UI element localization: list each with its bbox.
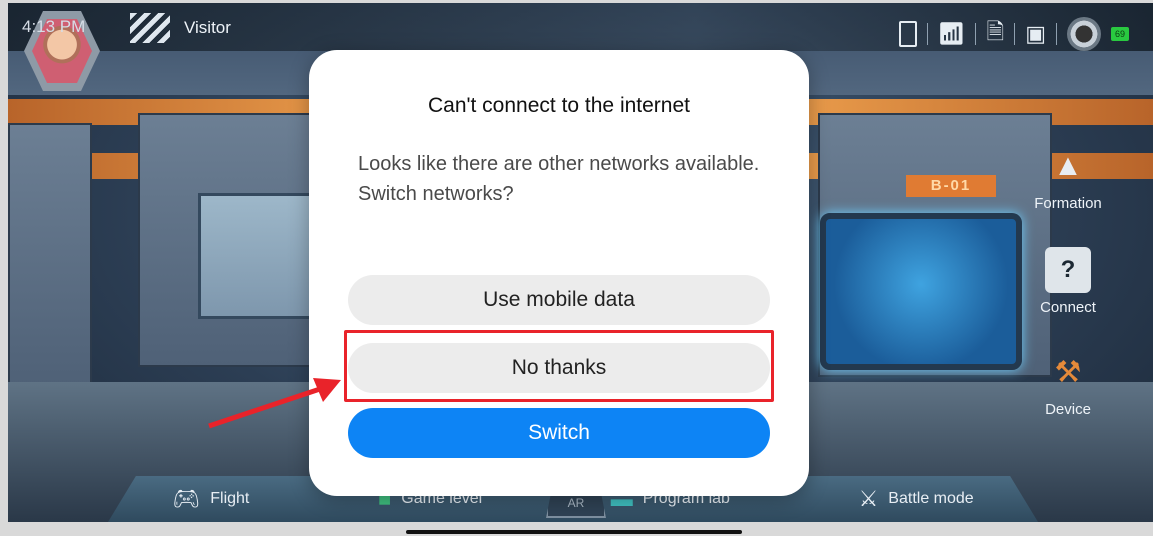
status-time: 4:13 PM (22, 17, 86, 36)
status-icons: 📶︎ 🗎︎ ▣ 69 (898, 15, 1129, 53)
separator (1014, 23, 1016, 45)
side-item-label: Formation (1034, 195, 1102, 212)
room-label: B-01 (906, 175, 996, 197)
formation-icon: ▲ (1053, 149, 1083, 182)
side-item-connect[interactable]: ? Connect (1023, 247, 1113, 316)
nav-label: Battle mode (888, 490, 974, 507)
use-mobile-data-button[interactable]: Use mobile data (348, 275, 770, 325)
battle-icon: ⚔ (858, 486, 879, 511)
side-item-formation[interactable]: ▲ Formation (1023, 143, 1113, 212)
window-door (198, 193, 314, 319)
user-name[interactable]: Visitor (184, 18, 231, 38)
battery-level-badge: 69 (1110, 27, 1129, 41)
network-dialog: Can't connect to the internet Looks like… (309, 50, 809, 496)
report-icon[interactable]: 🗎︎ (986, 15, 1004, 53)
battery-icon (898, 21, 917, 47)
pointer-arrow-icon (208, 378, 341, 429)
hologram-screen (820, 213, 1022, 370)
side-item-label: Connect (1040, 299, 1096, 316)
wifi-icon[interactable]: 📶︎ (938, 21, 966, 47)
wall-panel (8, 123, 92, 387)
separator (1055, 23, 1057, 45)
video-icon[interactable]: ▣ (1025, 21, 1046, 47)
settings-gear-icon[interactable] (1066, 17, 1101, 51)
help-icon: ? (1045, 247, 1091, 293)
separator (926, 23, 928, 45)
dialog-message: Looks like there are other networks avai… (358, 153, 760, 205)
nav-item-battle-mode[interactable]: ⚔ Battle mode (859, 486, 974, 512)
gamepad-icon: 🎮︎ (172, 486, 201, 511)
separator (975, 23, 977, 45)
nav-label: Flight (210, 490, 250, 507)
home-indicator[interactable] (406, 530, 742, 534)
dialog-title: Can't connect to the internet (427, 94, 690, 117)
highlight-box (344, 330, 774, 402)
tools-icon: ⚒ (1054, 355, 1082, 389)
side-item-label: Device (1045, 401, 1091, 418)
nav-item-flight[interactable]: 🎮︎ Flight (172, 486, 249, 512)
side-item-device[interactable]: ⚒ Device (1023, 349, 1113, 419)
visitor-stripe (130, 13, 170, 43)
switch-button[interactable]: Switch (348, 408, 770, 458)
